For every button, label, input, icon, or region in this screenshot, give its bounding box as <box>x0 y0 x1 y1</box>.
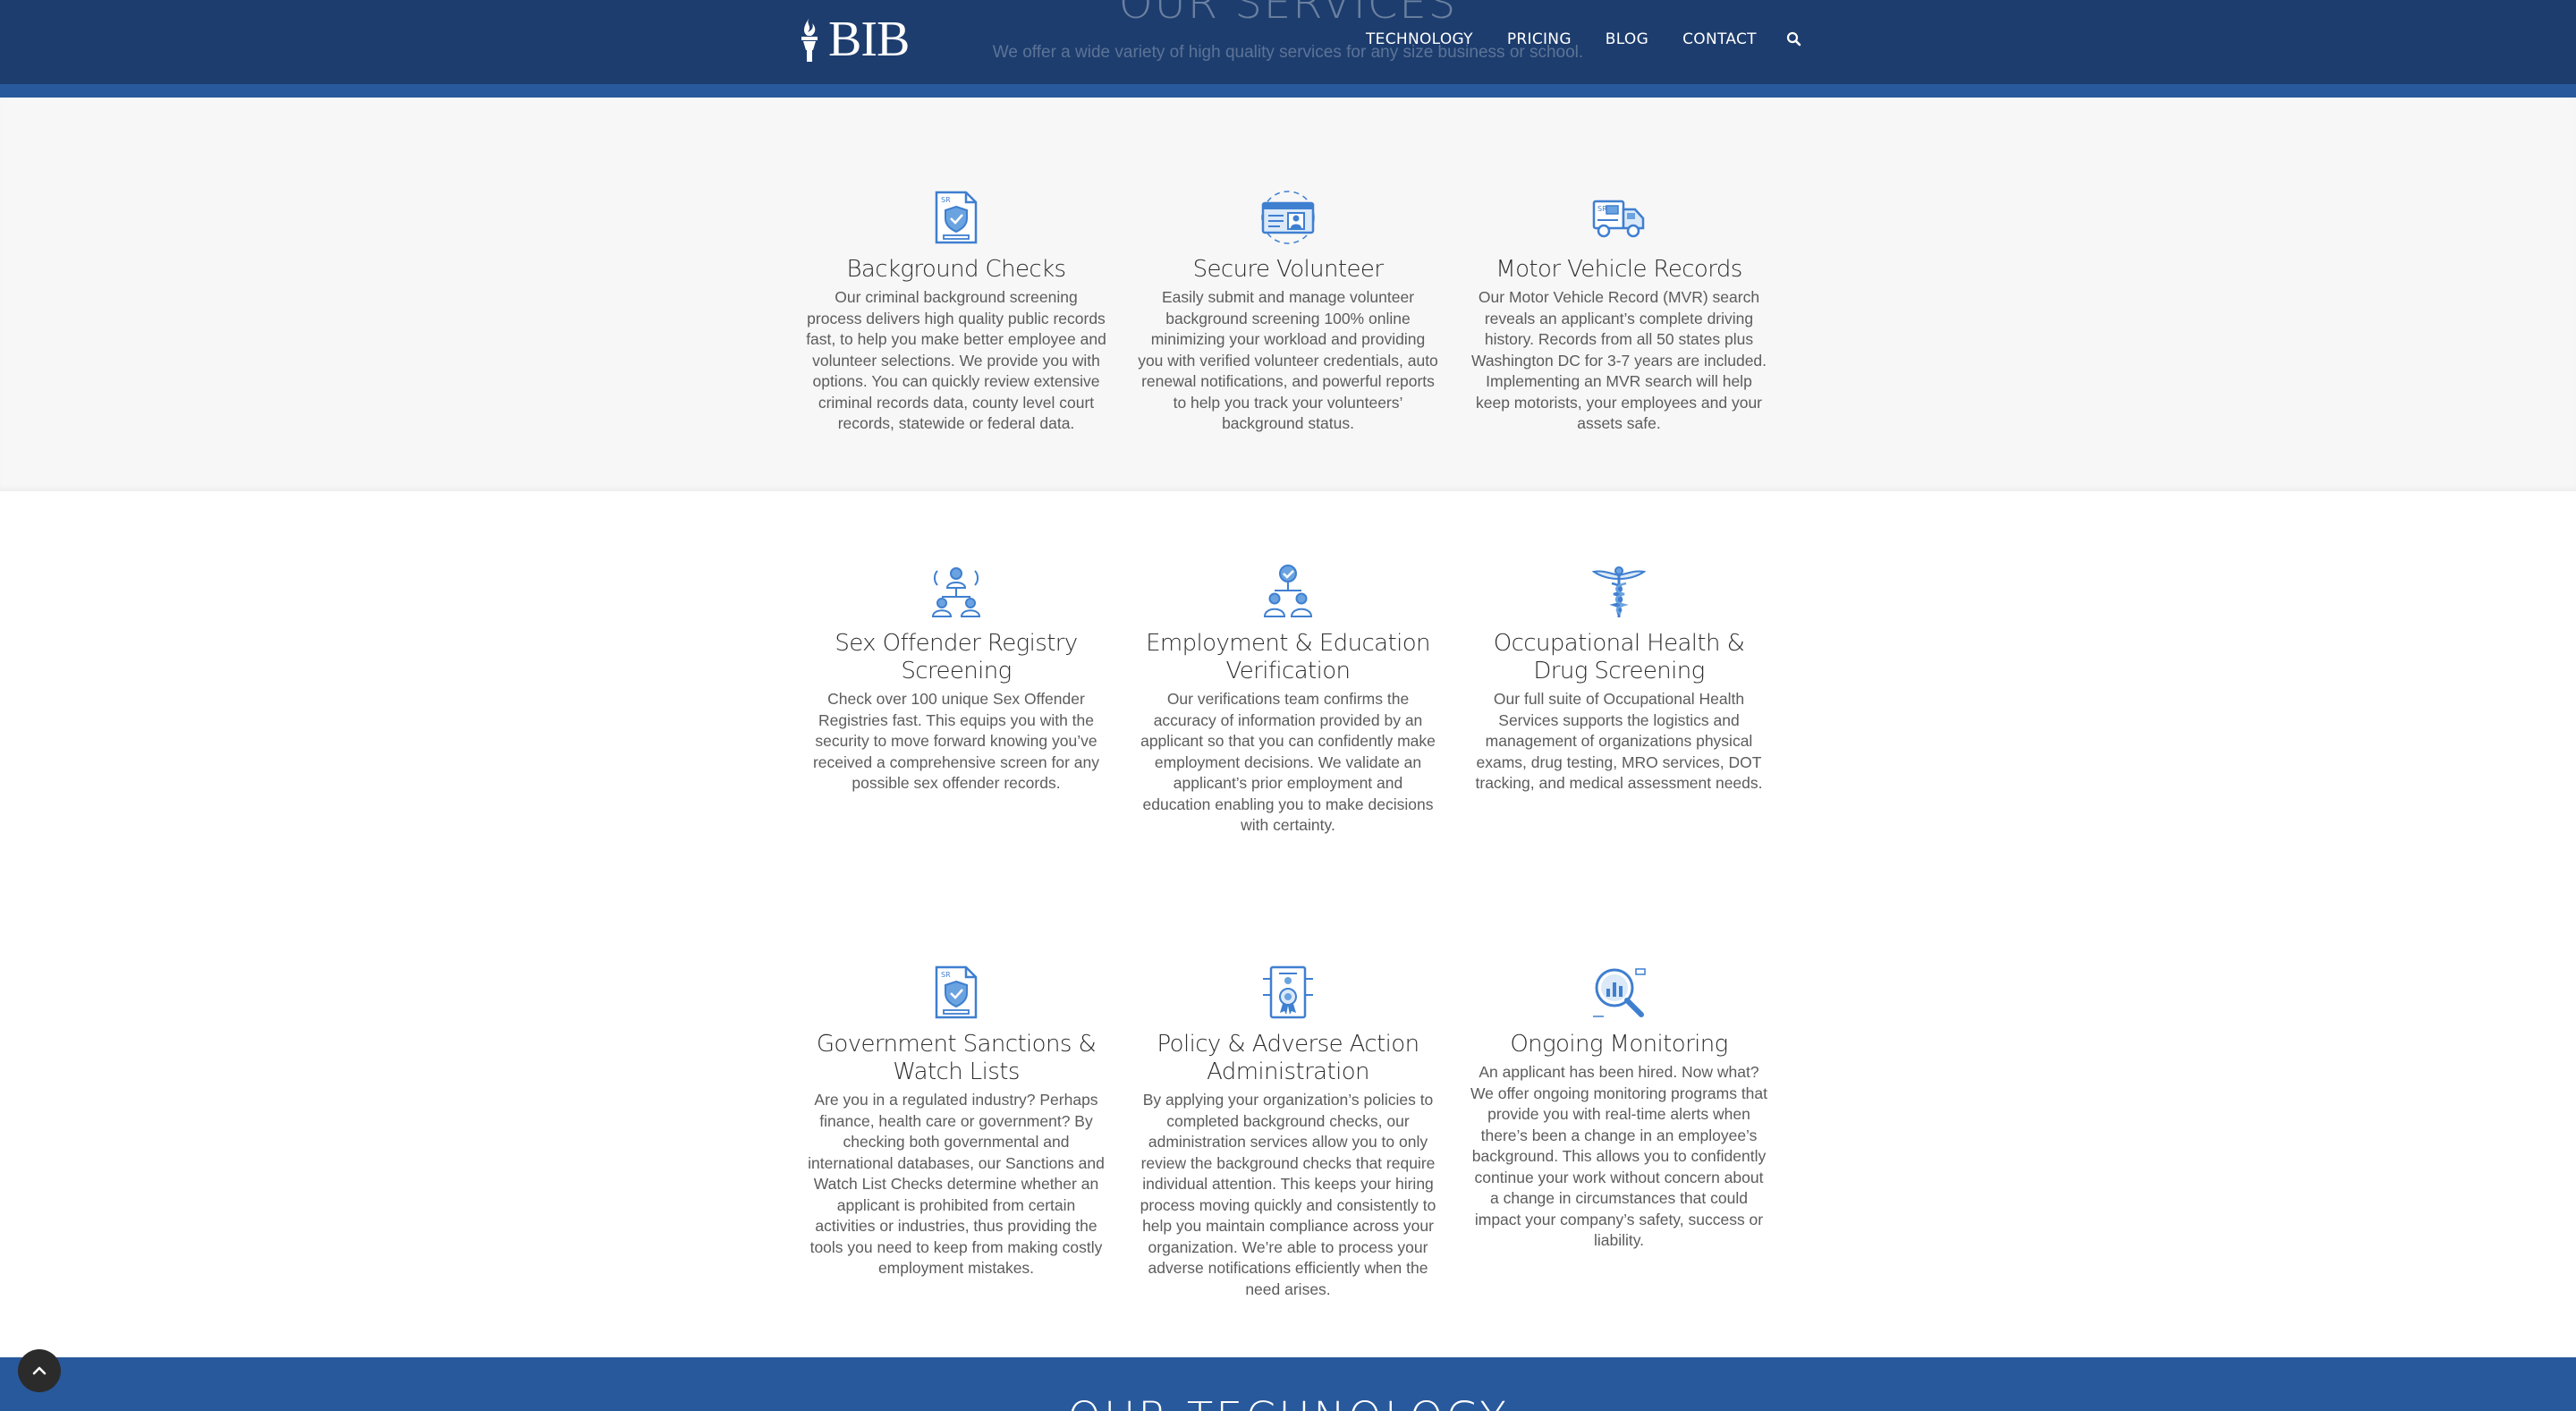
service-title: Employment & Education Verification <box>1146 630 1430 684</box>
logo[interactable]: BIB <box>796 12 910 67</box>
service-title: Government Sanctions & Watch Lists <box>816 1031 1097 1085</box>
nav-technology[interactable]: TECHNOLOGY <box>1366 30 1473 48</box>
technology-section-band: OUR TECHNOLOGY <box>0 1357 2576 1411</box>
service-title: Background Checks <box>846 256 1067 283</box>
service-card-motor-vehicle-records: SR Motor Vehicle Records Our Motor Vehic… <box>1465 190 1773 435</box>
id-card-icon <box>1261 191 1315 244</box>
scroll-to-top-button[interactable] <box>18 1349 61 1392</box>
service-description: Easily submit and manage volunteer backg… <box>1138 288 1438 432</box>
service-card-policy-adverse-action: Policy & Adverse Action Administration B… <box>1134 965 1442 1300</box>
service-card-background-checks: SR Background Checks Our criminal backgr… <box>802 190 1110 435</box>
technology-section-title: OUR TECHNOLOGY <box>0 1393 2576 1411</box>
service-description: Our full suite of Occupational Health Se… <box>1475 690 1763 792</box>
service-title: Ongoing Monitoring <box>1510 1031 1728 1058</box>
caduceus-icon <box>1591 566 1647 617</box>
torch-icon <box>801 18 818 62</box>
verified-people-icon <box>1263 565 1313 617</box>
service-card-secure-volunteer: Secure Volunteer Easily submit and manag… <box>1134 190 1442 435</box>
service-card-government-sanctions: SR Government Sanctions & Watch Lists Ar… <box>802 965 1110 1279</box>
service-title: Secure Volunteer <box>1192 256 1384 283</box>
svg-text:SR: SR <box>941 971 951 979</box>
people-network-icon <box>931 567 981 617</box>
service-title: Motor Vehicle Records <box>1496 256 1742 283</box>
svg-text:SR: SR <box>941 196 951 204</box>
truck-icon: SR <box>1592 200 1645 238</box>
nav-contact[interactable]: CONTACT <box>1682 30 1757 48</box>
service-description: Our criminal background screening proces… <box>806 288 1106 432</box>
site-header: OUR SERVICES We offer a wide variety of … <box>0 0 2576 84</box>
certificate-icon <box>1263 965 1313 1019</box>
service-description: Our Motor Vehicle Record (MVR) search re… <box>1470 288 1767 432</box>
header-accent-strip <box>0 84 2576 98</box>
document-shield-icon: SR <box>935 965 978 1019</box>
service-description: Check over 100 unique Sex Offender Regis… <box>812 690 1100 792</box>
ghost-section-title: OUR SERVICES <box>1118 0 1458 29</box>
service-title: Sex Offender Registry Screening <box>835 630 1078 684</box>
logo-text: BIB <box>828 12 910 67</box>
service-card-employment-education: Employment & Education Verification Our … <box>1134 564 1442 837</box>
magnifier-chart-icon <box>1593 968 1646 1017</box>
chevron-up-icon <box>32 1366 47 1375</box>
nav-pricing[interactable]: PRICING <box>1507 30 1572 48</box>
ghost-section-subtitle: We offer a wide variety of high quality … <box>992 43 1584 62</box>
service-description: Our verifications team confirms the accu… <box>1140 690 1436 834</box>
nav-blog[interactable]: BLOG <box>1606 30 1648 48</box>
main-nav: TECHNOLOGY PRICING BLOG CONTACT <box>1366 30 1803 48</box>
service-title: Occupational Health & Drug Screening <box>1493 630 1745 684</box>
service-description: By applying your organization’s policies… <box>1140 1091 1436 1298</box>
service-card-ongoing-monitoring: Ongoing Monitoring An applicant has been… <box>1465 965 1773 1252</box>
service-card-occupational-health: Occupational Health & Drug Screening Our… <box>1465 564 1773 795</box>
search-icon[interactable] <box>1785 30 1803 48</box>
service-title: Policy & Adverse Action Administration <box>1157 1031 1420 1085</box>
service-card-sex-offender-registry: Sex Offender Registry Screening Check ov… <box>802 564 1110 795</box>
service-description: Are you in a regulated industry? Perhaps… <box>808 1091 1105 1277</box>
document-shield-icon: SR <box>935 191 978 244</box>
service-description: An applicant has been hired. Now what? W… <box>1470 1063 1768 1249</box>
